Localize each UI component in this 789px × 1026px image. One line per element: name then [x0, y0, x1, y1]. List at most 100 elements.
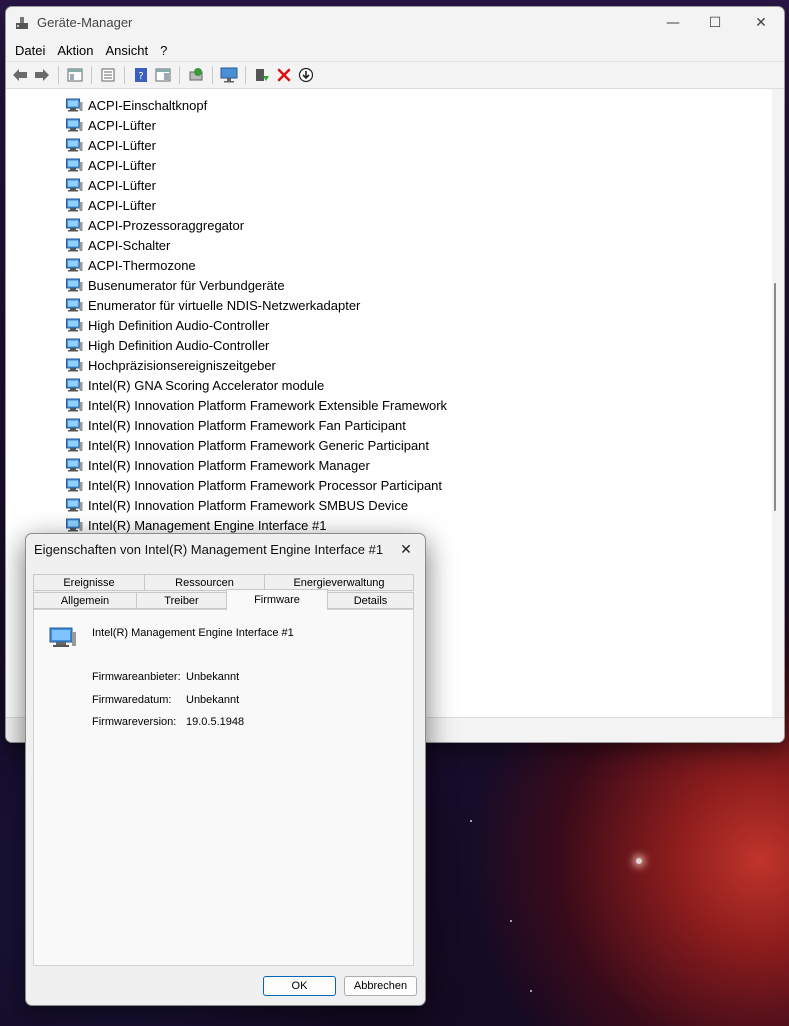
tree-item-device[interactable]: Intel(R) Innovation Platform Framework F…	[66, 415, 406, 435]
toolbar: ?	[6, 61, 784, 89]
tree-item-device[interactable]: ACPI-Schalter	[66, 235, 170, 255]
system-device-icon	[66, 478, 83, 492]
maximize-icon: ☐	[708, 15, 722, 31]
tree-item-label: Intel(R) GNA Scoring Accelerator module	[88, 377, 325, 393]
menu-aktion[interactable]: Aktion	[51, 43, 99, 58]
back-button[interactable]	[10, 65, 30, 85]
action-pane-icon	[155, 68, 171, 82]
system-device-icon	[66, 138, 83, 152]
scan-hardware-button[interactable]	[219, 65, 239, 85]
system-device-icon	[66, 98, 83, 112]
console-tree-icon	[67, 68, 83, 82]
disable-device-button[interactable]	[296, 65, 316, 85]
tree-item-device[interactable]: ACPI-Thermozone	[66, 255, 196, 275]
tree-item-label: Intel(R) Innovation Platform Framework P…	[88, 477, 443, 493]
scrollbar-thumb[interactable]	[774, 283, 776, 511]
device-icon	[49, 627, 76, 647]
tree-item-device[interactable]: ACPI-Lüfter	[66, 155, 156, 175]
enable-device-icon	[256, 69, 269, 81]
close-icon: ✕	[400, 542, 412, 558]
tree-item-device[interactable]: Intel(R) GNA Scoring Accelerator module	[66, 375, 324, 395]
tree-item-device[interactable]: Intel(R) Management Engine Interface #1	[66, 515, 326, 535]
tree-item-device[interactable]: ACPI-Einschaltknopf	[66, 95, 207, 115]
menu-ansicht[interactable]: Ansicht	[100, 43, 155, 58]
system-device-icon	[66, 378, 83, 392]
tree-scrollbar[interactable]	[770, 91, 780, 713]
back-icon	[13, 69, 27, 81]
properties-button[interactable]	[98, 65, 118, 85]
firmware-date-label: Firmwaredatum:	[92, 694, 172, 706]
tree-item-device[interactable]: Intel(R) Innovation Platform Framework E…	[66, 395, 447, 415]
tree-item-device[interactable]: ACPI-Lüfter	[66, 195, 156, 215]
tree-item-device[interactable]: Intel(R) Innovation Platform Framework G…	[66, 435, 429, 455]
forward-button[interactable]	[32, 65, 52, 85]
tree-item-label: ACPI-Thermozone	[88, 257, 196, 273]
scan-hardware-icon	[220, 67, 238, 83]
firmware-vendor-value: Unbekannt	[186, 671, 240, 683]
system-device-icon	[66, 438, 83, 452]
tree-item-label: Enumerator für virtuelle NDIS-Netzwerkad…	[88, 297, 361, 313]
tab-allgemein[interactable]: Allgemein	[33, 592, 137, 609]
toolbar-separator	[245, 66, 246, 84]
menu-help[interactable]: ?	[154, 43, 173, 58]
system-device-icon	[66, 238, 83, 252]
tree-item-device[interactable]: Intel(R) Innovation Platform Framework S…	[66, 495, 408, 515]
close-icon: ✕	[755, 15, 767, 31]
background-star	[510, 920, 512, 922]
dialog-close-button[interactable]: ✕	[391, 536, 421, 564]
system-device-icon	[66, 318, 83, 332]
update-driver-icon	[189, 68, 203, 81]
tree-item-label: ACPI-Lüfter	[88, 117, 156, 133]
tree-item-device[interactable]: ACPI-Lüfter	[66, 135, 156, 155]
tab-firmware[interactable]: Firmware	[226, 589, 328, 610]
tree-item-label: Intel(R) Innovation Platform Framework S…	[88, 497, 409, 513]
ok-button[interactable]: OK	[263, 976, 336, 996]
properties-icon	[101, 68, 115, 82]
tree-item-label: Intel(R) Innovation Platform Framework E…	[88, 397, 448, 413]
tree-item-device[interactable]: High Definition Audio-Controller	[66, 335, 269, 355]
action-pane-button[interactable]	[153, 65, 173, 85]
toolbar-separator	[212, 66, 213, 84]
forward-icon	[35, 69, 49, 81]
firmware-version-label: Firmwareversion:	[92, 716, 177, 728]
tree-item-device[interactable]: Intel(R) Innovation Platform Framework M…	[66, 455, 370, 475]
tab-treiber[interactable]: Treiber	[136, 592, 227, 609]
maximize-button[interactable]: ☐	[692, 7, 738, 39]
tree-item-label: ACPI-Lüfter	[88, 177, 156, 193]
tree-item-device[interactable]: Busenumerator für Verbundgeräte	[66, 275, 285, 295]
tree-item-device[interactable]: High Definition Audio-Controller	[66, 315, 269, 335]
tree-item-label: ACPI-Lüfter	[88, 197, 156, 213]
tab-ereignisse[interactable]: Ereignisse	[33, 574, 145, 591]
close-button[interactable]: ✕	[738, 7, 784, 39]
system-device-icon	[66, 158, 83, 172]
cancel-button[interactable]: Abbrechen	[344, 976, 417, 996]
tab-details[interactable]: Details	[327, 592, 414, 609]
console-tree-button[interactable]	[65, 65, 85, 85]
menu-datei[interactable]: Datei	[9, 43, 51, 58]
tree-item-label: Intel(R) Innovation Platform Framework G…	[88, 437, 430, 453]
dialog-title: Eigenschaften von Intel(R) Management En…	[34, 542, 384, 557]
device-manager-app-icon	[16, 17, 28, 29]
system-device-icon	[66, 118, 83, 132]
tree-item-device[interactable]: Intel(R) Innovation Platform Framework P…	[66, 475, 442, 495]
tree-item-label: High Definition Audio-Controller	[88, 317, 270, 333]
toolbar-separator	[58, 66, 59, 84]
properties-dialog: Eigenschaften von Intel(R) Management En…	[25, 533, 426, 1006]
system-device-icon	[66, 498, 83, 512]
uninstall-device-button[interactable]	[274, 65, 294, 85]
tree-item-device[interactable]: ACPI-Lüfter	[66, 115, 156, 135]
minimize-icon: —	[666, 15, 680, 31]
tree-item-device[interactable]: ACPI-Lüfter	[66, 175, 156, 195]
tree-item-device[interactable]: Hochpräzisionsereigniszeitgeber	[66, 355, 276, 375]
tree-item-device[interactable]: ACPI-Prozessoraggregator	[66, 215, 244, 235]
enable-device-button[interactable]	[252, 65, 272, 85]
tree-item-device[interactable]: Enumerator für virtuelle NDIS-Netzwerkad…	[66, 295, 360, 315]
minimize-button[interactable]: —	[650, 7, 696, 39]
system-device-icon	[66, 458, 83, 472]
help-button[interactable]: ?	[131, 65, 151, 85]
title-bar[interactable]: Geräte-Manager — ☐ ✕	[6, 7, 784, 39]
system-device-icon	[66, 518, 83, 532]
update-driver-button[interactable]	[186, 65, 206, 85]
system-device-icon	[66, 398, 83, 412]
tree-item-label: ACPI-Prozessoraggregator	[88, 217, 245, 233]
